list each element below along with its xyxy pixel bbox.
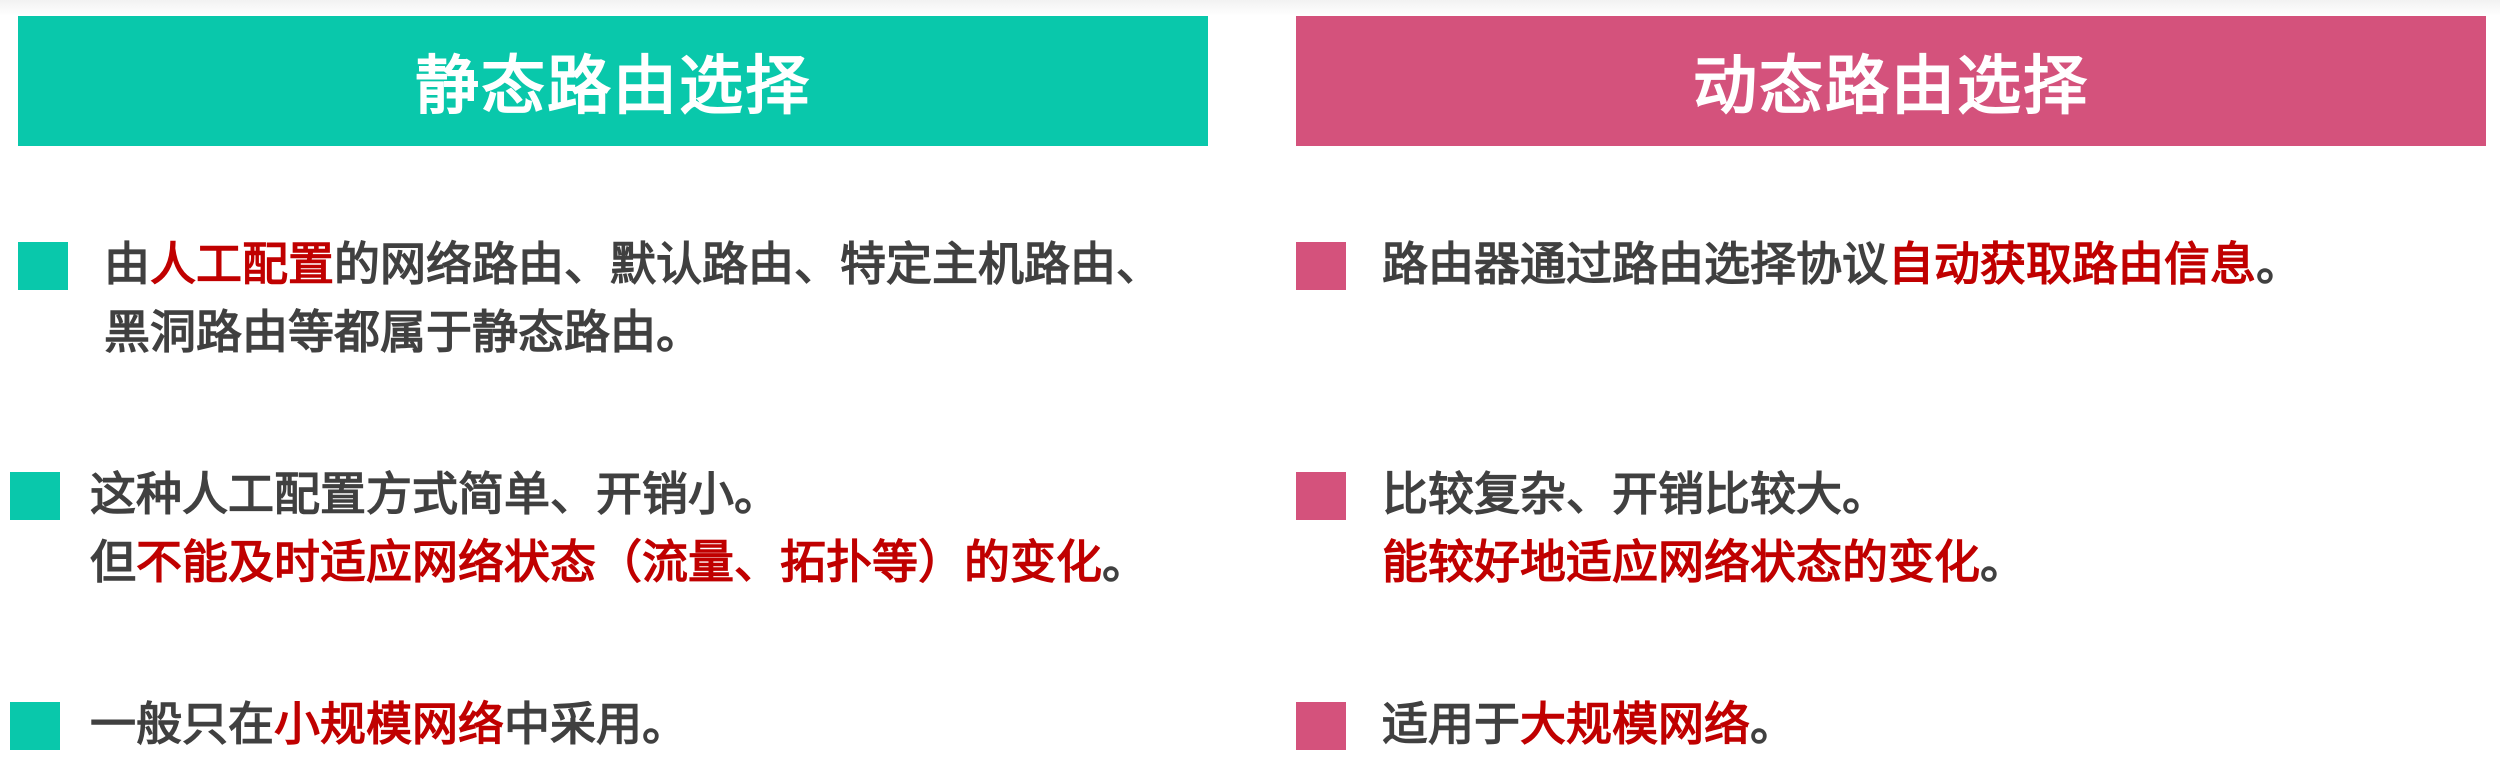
- slide: 静态路由选择 动态路由选择 由人工配置的网络路由、默认路由、特定主机路由、 黑洞…: [0, 0, 2500, 769]
- square-bullet-icon: [10, 702, 60, 750]
- dynamic-item-1-text: 路由器通过路由选择协议自动获取路由信息。: [1382, 230, 2302, 298]
- text-segment: 一般只在: [90, 697, 274, 751]
- highlight-text: 能较好地适应网络状态的变化: [1382, 535, 1980, 589]
- square-bullet-icon: [18, 242, 68, 290]
- static-routing-header: 静态路由选择: [18, 16, 1208, 146]
- dynamic-item-2-line-1: 比较复杂、开销比较大。: [1382, 467, 1888, 521]
- text-segment: 中采用。: [504, 697, 688, 751]
- dynamic-item-2-text: 比较复杂、开销比较大。 能较好地适应网络状态的变化。: [1382, 460, 2026, 596]
- highlight-text: 不能及时适应网络状态（流量、拓扑等）的变化: [136, 535, 1102, 589]
- dynamic-item-1: 路由器通过路由选择协议自动获取路由信息。: [1296, 230, 2302, 298]
- text-segment: 适用于: [1382, 697, 1520, 751]
- static-item-1-line-1: 由人工配置的网络路由、默认路由、特定主机路由、: [104, 230, 1162, 298]
- text-segment: 路由器通过路由选择协议: [1382, 237, 1888, 291]
- highlight-text: 大规模网络: [1520, 697, 1750, 751]
- static-item-2-line-1: 这种人工配置方式简单、开销小。: [90, 467, 780, 521]
- highlight-text: 自动获取路由信息: [1888, 237, 2256, 291]
- dynamic-item-3-line-1: 适用于大规模网络。: [1382, 690, 1796, 758]
- text-segment: 但: [90, 535, 136, 589]
- dynamic-item-3: 适用于大规模网络。: [1296, 690, 1796, 758]
- square-bullet-icon: [1296, 472, 1346, 520]
- static-item-2-text: 这种人工配置方式简单、开销小。 但不能及时适应网络状态（流量、拓扑等）的变化。: [90, 460, 1148, 596]
- dynamic-routing-title: 动态路由选择: [1693, 50, 2089, 124]
- static-item-2: 这种人工配置方式简单、开销小。 但不能及时适应网络状态（流量、拓扑等）的变化。: [10, 460, 1148, 596]
- dynamic-item-2: 比较复杂、开销比较大。 能较好地适应网络状态的变化。: [1296, 460, 2026, 596]
- static-item-2-line-2: 但不能及时适应网络状态（流量、拓扑等）的变化。: [90, 528, 1148, 596]
- static-routing-title: 静态路由选择: [415, 50, 811, 124]
- static-item-3-text: 一般只在小规模网络中采用。: [90, 690, 688, 758]
- dynamic-item-2-line-2: 能较好地适应网络状态的变化。: [1382, 528, 2026, 596]
- static-item-1-line-2: 黑洞路由等都属于静态路由。: [104, 305, 702, 359]
- highlight-text: 人工配置: [150, 237, 334, 291]
- text-segment: 。: [1102, 535, 1148, 589]
- static-item-3-line-1: 一般只在小规模网络中采用。: [90, 690, 688, 758]
- dynamic-item-1-line-1: 路由器通过路由选择协议自动获取路由信息。: [1382, 230, 2302, 298]
- text-segment: 。: [2256, 237, 2302, 291]
- dynamic-routing-header: 动态路由选择: [1296, 16, 2486, 146]
- text-segment: 。: [1980, 535, 2026, 589]
- dynamic-item-3-text: 适用于大规模网络。: [1382, 690, 1796, 758]
- text-segment: 由: [104, 237, 150, 291]
- static-item-1: 由人工配置的网络路由、默认路由、特定主机路由、 黑洞路由等都属于静态路由。: [18, 230, 1162, 366]
- highlight-text: 小规模网络: [274, 697, 504, 751]
- square-bullet-icon: [1296, 242, 1346, 290]
- static-item-3: 一般只在小规模网络中采用。: [10, 690, 688, 758]
- text-segment: 。: [1750, 697, 1796, 751]
- square-bullet-icon: [10, 472, 60, 520]
- square-bullet-icon: [1296, 702, 1346, 750]
- static-item-1-text: 由人工配置的网络路由、默认路由、特定主机路由、 黑洞路由等都属于静态路由。: [104, 230, 1162, 366]
- text-segment: 的网络路由、默认路由、特定主机路由、: [334, 237, 1162, 291]
